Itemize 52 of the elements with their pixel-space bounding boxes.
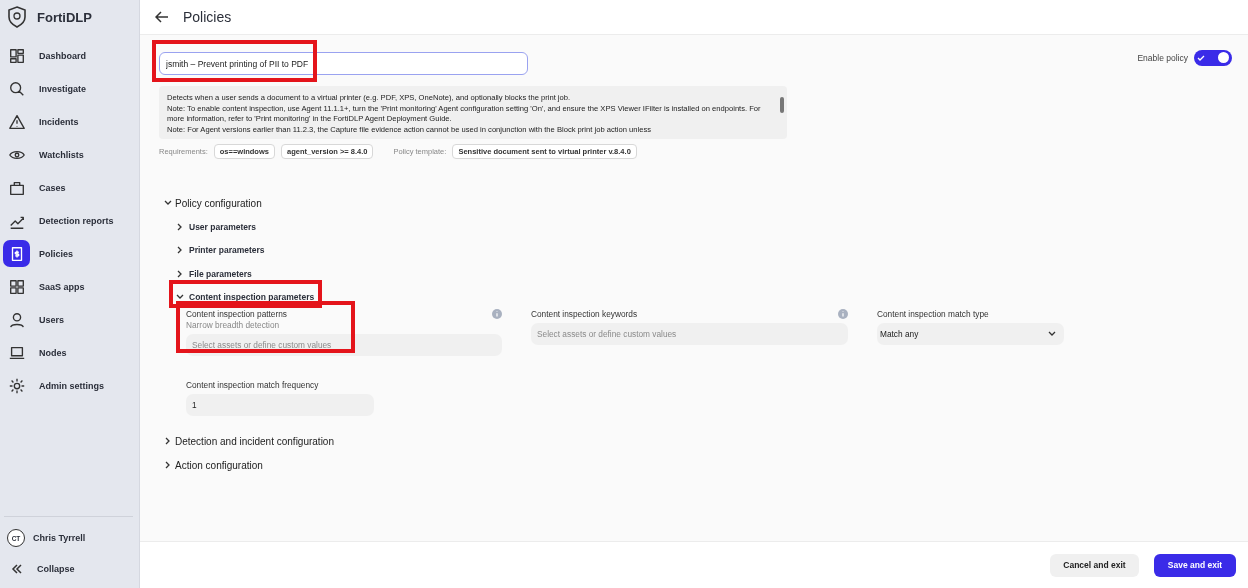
nav-item[interactable]: SaaS apps bbox=[0, 270, 139, 303]
back-arrow-icon[interactable] bbox=[155, 11, 169, 23]
search-icon bbox=[7, 79, 26, 98]
double-chevron-icon bbox=[11, 564, 23, 574]
chevron-icon bbox=[176, 246, 184, 255]
section-toggle[interactable]: Policy configuration bbox=[164, 191, 1232, 215]
chevron-icon bbox=[176, 222, 184, 231]
multiselect-field[interactable]: Select assets or define custom values bbox=[531, 323, 848, 345]
number-field[interactable]: 1 bbox=[186, 394, 374, 416]
grid-icon bbox=[7, 277, 26, 296]
field-label: Content inspection match frequency bbox=[186, 380, 320, 390]
nav-item[interactable]: Dashboard bbox=[0, 39, 139, 72]
chevron-icon bbox=[164, 461, 172, 469]
section-toggle[interactable]: Detection and incident configuration bbox=[164, 429, 1232, 453]
nav-item[interactable]: Policies bbox=[0, 237, 139, 270]
collapse-button[interactable]: Collapse bbox=[4, 547, 133, 588]
section-toggle[interactable]: Action configuration bbox=[164, 453, 1232, 477]
nav-item[interactable]: Users bbox=[0, 303, 139, 336]
warning-icon bbox=[7, 112, 26, 131]
field-hint: Narrow breadth detection bbox=[186, 320, 281, 330]
dashboard-icon bbox=[7, 46, 26, 65]
dropdown[interactable]: Match any bbox=[877, 323, 1064, 345]
user-name: Chris Tyrrell bbox=[33, 533, 86, 543]
nav-item[interactable]: Incidents bbox=[0, 105, 139, 138]
chevron-icon bbox=[164, 437, 172, 445]
user-icon bbox=[7, 310, 26, 329]
check-icon bbox=[1197, 54, 1205, 61]
page-title: Policies bbox=[183, 9, 232, 25]
chevron-icon bbox=[176, 269, 184, 278]
brand-name: FortiDLP bbox=[37, 9, 92, 25]
toggle-switch[interactable] bbox=[1194, 49, 1232, 66]
nav-item[interactable]: Cases bbox=[0, 171, 139, 204]
save-button[interactable]: Save and exit bbox=[1154, 553, 1236, 577]
nav-item[interactable]: Investigate bbox=[0, 72, 139, 105]
toggle-label: Enable policy bbox=[1137, 52, 1188, 63]
nav-item[interactable]: Watchlists bbox=[0, 138, 139, 171]
policy-name-field[interactable]: jsmith – Prevent printing of PII to PDF bbox=[159, 52, 528, 75]
section-toggle[interactable]: Printer parameters bbox=[176, 238, 265, 262]
chevron-icon bbox=[164, 199, 172, 207]
cancel-button[interactable]: Cancel and exit bbox=[1050, 553, 1139, 577]
field-label: Content inspection keywords bbox=[531, 309, 639, 319]
section-toggle[interactable]: User parameters bbox=[176, 215, 257, 239]
field-label: Content inspection patterns bbox=[186, 309, 288, 319]
field-label: Content inspection match type bbox=[877, 309, 990, 319]
section-toggle[interactable]: Content inspection parameters bbox=[176, 285, 315, 309]
nav-item[interactable]: Admin settings bbox=[0, 369, 139, 402]
shield-logo-icon bbox=[7, 6, 27, 28]
settings-icon bbox=[7, 376, 26, 395]
nav-item[interactable]: Detection reports bbox=[0, 204, 139, 237]
chevron-down-icon bbox=[1048, 331, 1056, 337]
nav-item[interactable]: Nodes bbox=[0, 336, 139, 369]
section-toggle[interactable]: File parameters bbox=[176, 262, 252, 286]
